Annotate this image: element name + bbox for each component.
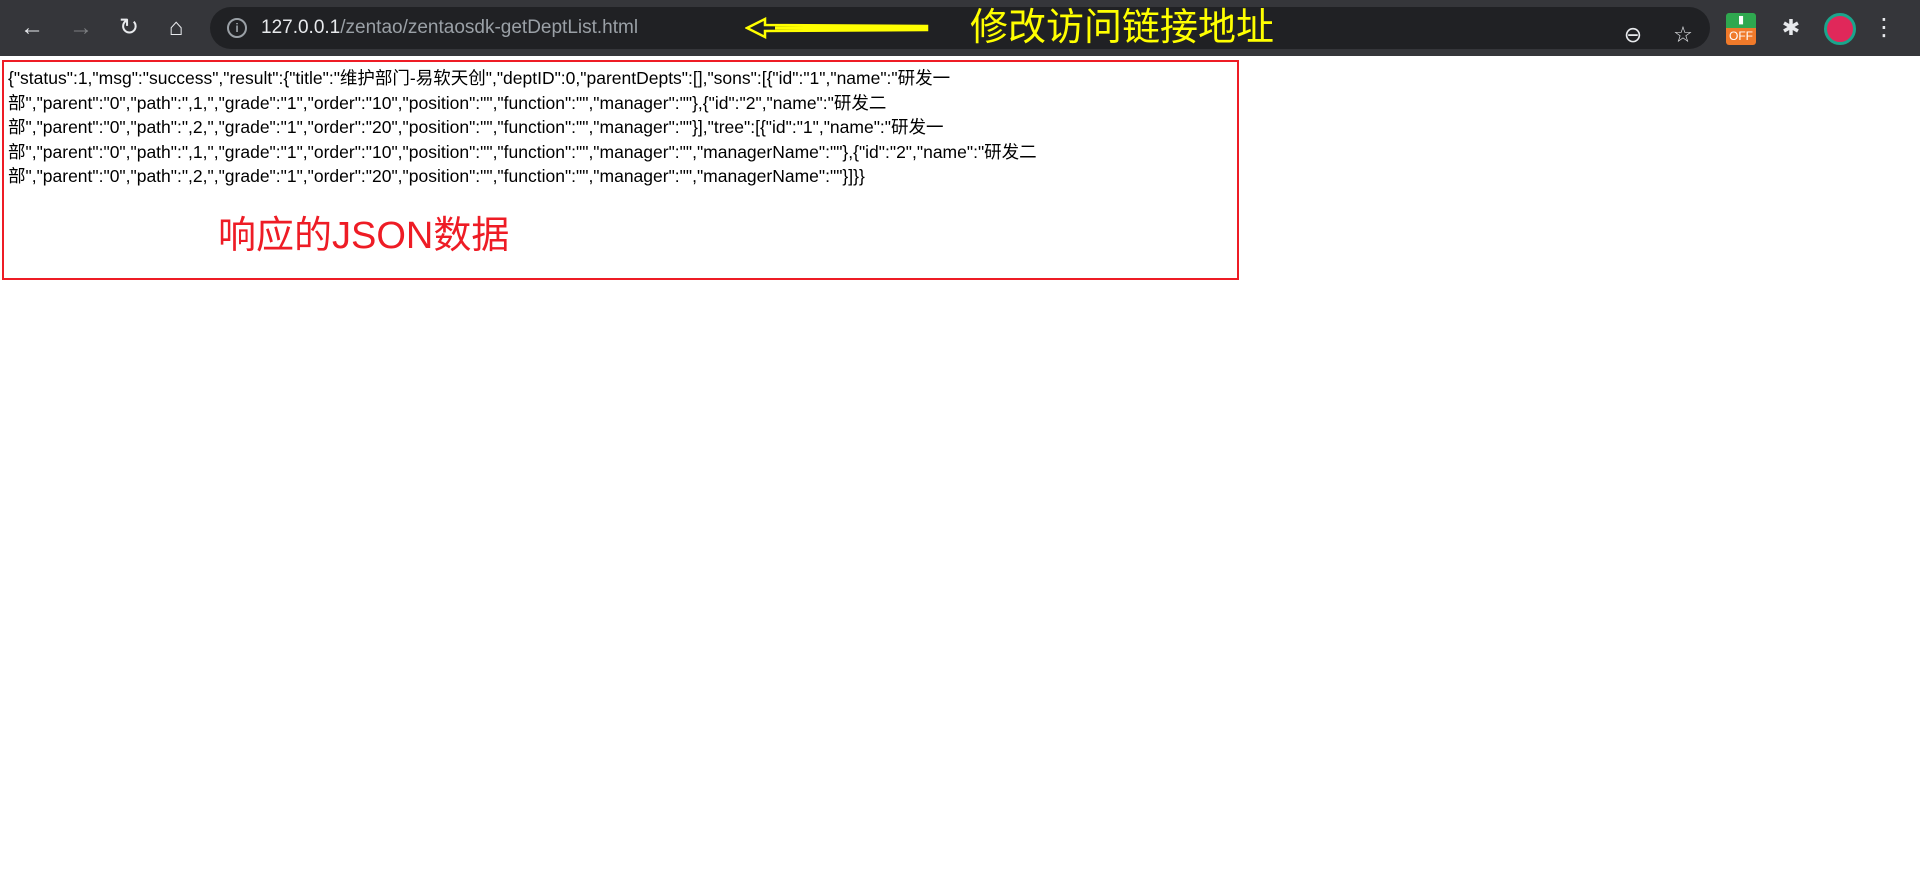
- yellow-arrow-icon: [745, 17, 929, 39]
- json-line: 部","parent":"0","path":",2,","grade":"1"…: [8, 166, 865, 186]
- forward-icon[interactable]: →: [65, 12, 97, 44]
- menu-kebab-icon[interactable]: ⋮: [1868, 12, 1900, 44]
- address-bar[interactable]: i 127.0.0.1/zentao/zentaosdk-getDeptList…: [210, 7, 1710, 49]
- home-icon[interactable]: ⌂: [160, 12, 192, 44]
- extensions-puzzle-icon[interactable]: ✱: [1775, 12, 1807, 44]
- extension-badge: OFF: [1726, 28, 1756, 45]
- profile-avatar[interactable]: [1824, 13, 1856, 45]
- json-line: 部","parent":"0","path":",1,","grade":"1"…: [8, 141, 1037, 162]
- back-icon[interactable]: ←: [16, 12, 48, 44]
- url-annotation: 修改访问链接地址: [970, 7, 1275, 49]
- response-annotation: 响应的JSON数据: [218, 215, 510, 257]
- json-line: 部","parent":"0","path":",1,","grade":"1"…: [8, 92, 887, 113]
- reload-icon[interactable]: ↻: [113, 12, 145, 44]
- bookmark-star-icon[interactable]: ☆: [1667, 19, 1699, 51]
- extension-icon[interactable]: ▮ OFF: [1726, 13, 1756, 47]
- json-line: 部","parent":"0","path":",2,","grade":"1"…: [8, 117, 944, 137]
- url-text[interactable]: 127.0.0.1/zentao/zentaosdk-getDeptList.h…: [261, 17, 638, 39]
- site-info-icon[interactable]: i: [227, 18, 247, 38]
- json-response: {"status":1,"msg":"success","result":{"t…: [8, 66, 1037, 189]
- zoom-icon[interactable]: ⊖: [1617, 19, 1649, 51]
- browser-toolbar: ← → ↻ ⌂ i 127.0.0.1/zentao/zentaosdk-get…: [0, 0, 1920, 56]
- json-line: {"status":1,"msg":"success","result":{"t…: [8, 68, 951, 88]
